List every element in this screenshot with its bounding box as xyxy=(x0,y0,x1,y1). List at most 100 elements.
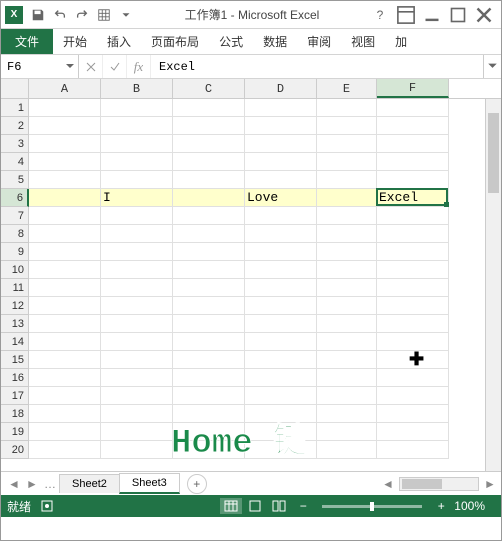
cell[interactable] xyxy=(173,117,245,135)
row-header[interactable]: 19 xyxy=(1,423,29,441)
cell[interactable] xyxy=(377,243,449,261)
cell[interactable] xyxy=(101,333,173,351)
tab-view[interactable]: 视图 xyxy=(341,29,385,54)
cell[interactable] xyxy=(173,189,245,207)
cell[interactable] xyxy=(29,153,101,171)
row-header[interactable]: 11 xyxy=(1,279,29,297)
cell[interactable] xyxy=(29,405,101,423)
cell[interactable] xyxy=(245,99,317,117)
cell[interactable] xyxy=(101,297,173,315)
cell[interactable] xyxy=(101,423,173,441)
sheet-tab[interactable]: Sheet2 xyxy=(59,474,120,493)
cell[interactable] xyxy=(173,153,245,171)
cell[interactable] xyxy=(317,297,377,315)
cell[interactable] xyxy=(101,117,173,135)
cell[interactable] xyxy=(245,135,317,153)
cell[interactable] xyxy=(29,441,101,459)
cell[interactable] xyxy=(173,387,245,405)
cell[interactable] xyxy=(29,369,101,387)
cell[interactable] xyxy=(317,369,377,387)
cell[interactable]: I xyxy=(101,189,173,207)
row-header[interactable]: 17 xyxy=(1,387,29,405)
cell[interactable] xyxy=(29,423,101,441)
row-header[interactable]: 9 xyxy=(1,243,29,261)
cell[interactable] xyxy=(29,279,101,297)
cell[interactable] xyxy=(317,405,377,423)
cell[interactable] xyxy=(101,279,173,297)
minimize-icon[interactable] xyxy=(419,4,445,26)
macro-record-icon[interactable] xyxy=(41,500,53,512)
cell[interactable] xyxy=(245,153,317,171)
cell[interactable] xyxy=(173,369,245,387)
row-header[interactable]: 18 xyxy=(1,405,29,423)
cell[interactable] xyxy=(173,297,245,315)
cell[interactable] xyxy=(173,225,245,243)
maximize-icon[interactable] xyxy=(445,4,471,26)
cell[interactable] xyxy=(317,423,377,441)
cell[interactable] xyxy=(317,333,377,351)
view-page-break-icon[interactable] xyxy=(268,498,290,514)
add-sheet-icon[interactable]: + xyxy=(187,474,207,494)
cell[interactable] xyxy=(377,279,449,297)
row-header[interactable]: 14 xyxy=(1,333,29,351)
cell[interactable] xyxy=(101,315,173,333)
cell[interactable] xyxy=(377,153,449,171)
cell[interactable] xyxy=(101,441,173,459)
cell[interactable] xyxy=(101,171,173,189)
column-header[interactable]: D xyxy=(245,79,317,98)
row-header[interactable]: 13 xyxy=(1,315,29,333)
cell[interactable] xyxy=(317,117,377,135)
cell[interactable] xyxy=(101,225,173,243)
qat-dropdown-icon[interactable] xyxy=(115,4,137,26)
cell[interactable] xyxy=(377,315,449,333)
hscroll-left-icon[interactable]: ◄ xyxy=(379,475,397,493)
cell[interactable] xyxy=(377,369,449,387)
sheet-tab[interactable]: Sheet3 xyxy=(119,473,180,494)
cell[interactable] xyxy=(317,153,377,171)
formula-input[interactable]: Excel xyxy=(151,55,483,78)
cell[interactable] xyxy=(101,261,173,279)
hscroll-right-icon[interactable]: ► xyxy=(481,475,499,493)
close-icon[interactable] xyxy=(471,4,497,26)
save-icon[interactable] xyxy=(27,4,49,26)
cell[interactable] xyxy=(101,207,173,225)
sheet-nav-prev-icon[interactable]: ◄ xyxy=(5,475,23,493)
column-header[interactable]: B xyxy=(101,79,173,98)
cell[interactable] xyxy=(317,171,377,189)
row-header[interactable]: 3 xyxy=(1,135,29,153)
cell[interactable] xyxy=(245,261,317,279)
cell[interactable] xyxy=(377,117,449,135)
cell[interactable] xyxy=(317,315,377,333)
cell[interactable] xyxy=(245,315,317,333)
cell[interactable] xyxy=(29,189,101,207)
cell[interactable] xyxy=(377,405,449,423)
cell[interactable] xyxy=(317,225,377,243)
column-header[interactable]: C xyxy=(173,79,245,98)
cell[interactable] xyxy=(317,207,377,225)
column-header[interactable]: A xyxy=(29,79,101,98)
cell[interactable] xyxy=(29,243,101,261)
cell[interactable] xyxy=(29,387,101,405)
cell[interactable] xyxy=(377,171,449,189)
row-header[interactable]: 8 xyxy=(1,225,29,243)
cell[interactable] xyxy=(101,135,173,153)
zoom-out-button[interactable]: − xyxy=(292,498,314,514)
tab-formulas[interactable]: 公式 xyxy=(209,29,253,54)
row-header[interactable]: 16 xyxy=(1,369,29,387)
cell[interactable] xyxy=(101,351,173,369)
tab-file[interactable]: 文件 xyxy=(1,29,53,54)
tab-home[interactable]: 开始 xyxy=(53,29,97,54)
sheet-nav-next-icon[interactable]: ► xyxy=(23,475,41,493)
cell[interactable] xyxy=(317,135,377,153)
cell[interactable] xyxy=(377,423,449,441)
tab-insert[interactable]: 插入 xyxy=(97,29,141,54)
zoom-level[interactable]: 100% xyxy=(454,499,485,513)
view-page-layout-icon[interactable] xyxy=(244,498,266,514)
cell[interactable] xyxy=(173,351,245,369)
row-header[interactable]: 1 xyxy=(1,99,29,117)
cell[interactable] xyxy=(29,261,101,279)
cell[interactable] xyxy=(101,99,173,117)
cell[interactable] xyxy=(173,171,245,189)
select-all-corner[interactable] xyxy=(1,79,29,98)
cell[interactable] xyxy=(317,261,377,279)
